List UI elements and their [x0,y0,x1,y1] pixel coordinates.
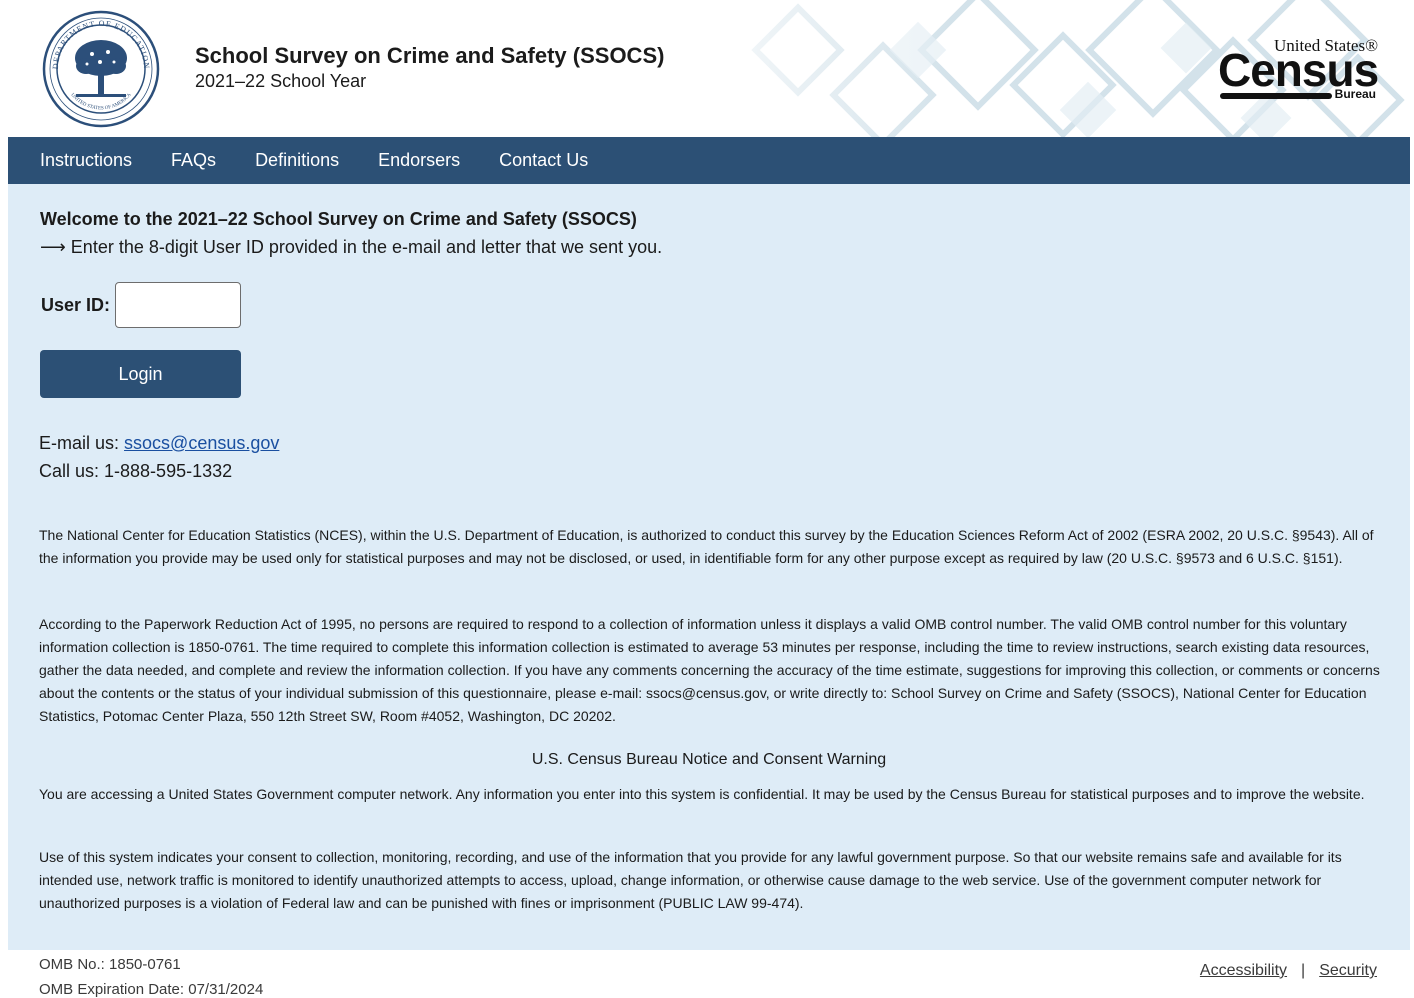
contact-email-line: E-mail us: ssocs@census.gov [39,433,279,454]
main-navigation: Instructions FAQs Definitions Endorsers … [8,137,1410,184]
user-id-input[interactable] [115,282,241,328]
network-access-paragraph: You are accessing a United States Govern… [39,786,1365,802]
site-header: DEPARTMENT OF EDUCATION UNITED STATES OF… [8,0,1410,137]
omb-expiration-date: OMB Expiration Date: 07/31/2024 [39,981,264,998]
accessibility-link[interactable]: Accessibility [1200,962,1287,979]
nav-item-definitions[interactable]: Definitions [255,137,339,184]
nav-item-instructions[interactable]: Instructions [40,137,132,184]
footer-links: Accessibility | Security [1200,962,1377,980]
nces-authority-paragraph: The National Center for Education Statis… [39,527,1374,566]
nav-item-contact-us[interactable]: Contact Us [499,137,588,184]
contact-email-label: E-mail us: [39,433,125,453]
main-content: Welcome to the 2021–22 School Survey on … [8,184,1410,950]
security-link[interactable]: Security [1319,962,1377,979]
contact-phone: Call us: 1-888-595-1332 [39,461,233,481]
census-bureau-logo: United States® Census Bureau [1218,36,1379,102]
welcome-heading: Welcome to the 2021–22 School Survey on … [40,209,637,229]
paperwork-reduction-paragraph: According to the Paperwork Reduction Act… [39,616,1380,724]
nav-item-faqs[interactable]: FAQs [171,137,216,184]
login-button[interactable]: Login [40,350,241,398]
omb-number: OMB No.: 1850-0761 [39,956,181,973]
login-instruction: ⟶ Enter the 8-digit User ID provided in … [40,237,663,257]
site-title: School Survey on Crime and Safety (SSOCS… [195,43,665,68]
footer-omb-info: OMB No.: 1850-0761 OMB Expiration Date: … [39,952,263,998]
site-title-block: School Survey on Crime and Safety (SSOCS… [195,42,664,92]
nav-item-endorsers[interactable]: Endorsers [378,137,460,184]
consent-paragraph: Use of this system indicates your consen… [39,849,1342,911]
user-id-label: User ID: [41,295,111,315]
department-of-education-seal-logo: DEPARTMENT OF EDUCATION UNITED STATES OF… [42,10,160,128]
footer-separator: | [1301,962,1306,979]
consent-notice-heading: U.S. Census Bureau Notice and Consent Wa… [531,751,887,768]
site-subtitle: 2021–22 School Year [195,71,367,91]
census-logo-bureau-text: Bureau [1334,87,1376,101]
census-logo-bar [1220,93,1332,99]
contact-email-link[interactable]: ssocs@census.gov [124,433,279,453]
